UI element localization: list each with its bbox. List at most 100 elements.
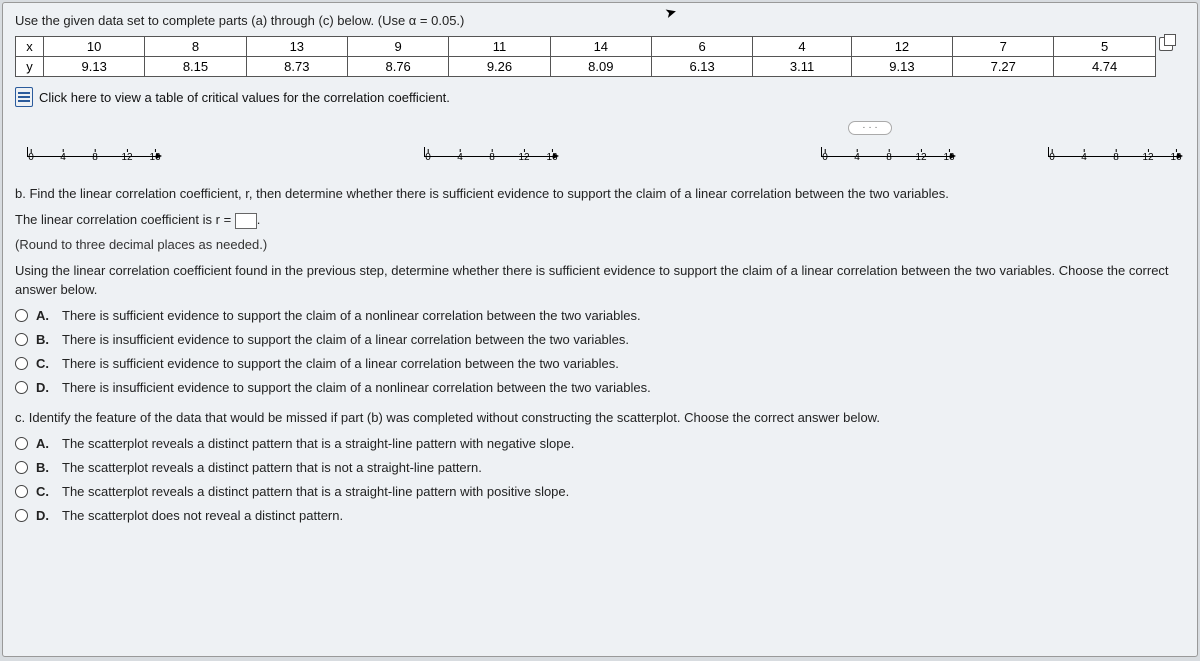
tick-label: 16 bbox=[943, 152, 954, 163]
tick-label: 8 bbox=[92, 152, 98, 163]
copy-icon[interactable] bbox=[1159, 37, 1173, 51]
mini-axis: 0 4 8 12 16 bbox=[27, 141, 164, 167]
choice-c-b[interactable]: B. The scatterplot reveals a distinct pa… bbox=[15, 460, 1185, 475]
tick-label: 12 bbox=[518, 152, 529, 163]
tick-label: 8 bbox=[1113, 152, 1119, 163]
choice-b-c[interactable]: C. There is sufficient evidence to suppo… bbox=[15, 356, 1185, 371]
choice-text: The scatterplot reveals a distinct patte… bbox=[62, 484, 569, 499]
followup-question: Using the linear correlation coefficient… bbox=[15, 262, 1185, 298]
part-c-question: c. Identify the feature of the data that… bbox=[15, 409, 1185, 427]
choice-letter: A. bbox=[36, 436, 54, 451]
radio-icon[interactable] bbox=[15, 461, 28, 474]
cell: 9.13 bbox=[851, 57, 952, 77]
choice-text: There is sufficient evidence to support … bbox=[62, 308, 641, 323]
choice-text: There is sufficient evidence to support … bbox=[62, 356, 619, 371]
cell: 4.74 bbox=[1054, 57, 1155, 77]
cell: 5 bbox=[1054, 37, 1155, 57]
cell: 11 bbox=[449, 37, 550, 57]
tick-label: 0 bbox=[425, 152, 431, 163]
r-prefix: The linear correlation coefficient is r … bbox=[15, 212, 235, 227]
cell: 8.09 bbox=[550, 57, 651, 77]
cell: 3.11 bbox=[753, 57, 851, 77]
choice-letter: B. bbox=[36, 460, 54, 475]
mini-axis: 0 4 8 12 16 bbox=[424, 141, 561, 167]
choice-c-d[interactable]: D. The scatterplot does not reveal a dis… bbox=[15, 508, 1185, 523]
radio-icon[interactable] bbox=[15, 357, 28, 370]
tick-label: 4 bbox=[854, 152, 860, 163]
choices-part-b: A. There is sufficient evidence to suppo… bbox=[15, 308, 1185, 395]
r-input[interactable] bbox=[235, 213, 257, 229]
tick-label: 16 bbox=[1170, 152, 1181, 163]
choice-text: The scatterplot reveals a distinct patte… bbox=[62, 460, 482, 475]
table-row: y 9.13 8.15 8.73 8.76 9.26 8.09 6.13 3.1… bbox=[16, 57, 1174, 77]
row-label-y: y bbox=[16, 57, 44, 77]
tick-label: 12 bbox=[121, 152, 132, 163]
radio-icon[interactable] bbox=[15, 437, 28, 450]
rounding-hint: (Round to three decimal places as needed… bbox=[15, 237, 1185, 252]
cell: 8.73 bbox=[246, 57, 347, 77]
table-row: x 10 8 13 9 11 14 6 4 12 7 5 bbox=[16, 37, 1174, 57]
choice-b-a[interactable]: A. There is sufficient evidence to suppo… bbox=[15, 308, 1185, 323]
tick-label: 4 bbox=[1081, 152, 1087, 163]
radio-icon[interactable] bbox=[15, 333, 28, 346]
choice-letter: C. bbox=[36, 356, 54, 371]
mini-axis: 0 4 8 12 16 bbox=[821, 141, 958, 167]
cell: 9.13 bbox=[44, 57, 145, 77]
tick-label: 12 bbox=[1142, 152, 1153, 163]
choice-c-a[interactable]: A. The scatterplot reveals a distinct pa… bbox=[15, 436, 1185, 451]
tick-label: 0 bbox=[822, 152, 828, 163]
radio-icon[interactable] bbox=[15, 485, 28, 498]
mini-axis: 0 4 8 12 16 bbox=[1048, 141, 1185, 167]
tick-label: 0 bbox=[1049, 152, 1055, 163]
choice-text: There is insufficient evidence to suppor… bbox=[62, 332, 629, 347]
data-table: x 10 8 13 9 11 14 6 4 12 7 5 y 9.13 8.15… bbox=[15, 36, 1173, 77]
cell: 7.27 bbox=[953, 57, 1054, 77]
document-icon bbox=[15, 87, 33, 107]
cell: 9 bbox=[347, 37, 448, 57]
tick-label: 0 bbox=[28, 152, 34, 163]
choice-text: There is insufficient evidence to suppor… bbox=[62, 380, 651, 395]
radio-icon[interactable] bbox=[15, 309, 28, 322]
separator-dots[interactable]: · · · bbox=[848, 121, 892, 135]
cell: 6 bbox=[651, 37, 752, 57]
choice-text: The scatterplot does not reveal a distin… bbox=[62, 508, 343, 523]
r-input-line: The linear correlation coefficient is r … bbox=[15, 211, 1185, 229]
tick-label: 12 bbox=[915, 152, 926, 163]
tick-label: 16 bbox=[546, 152, 557, 163]
radio-icon[interactable] bbox=[15, 509, 28, 522]
cell: 9.26 bbox=[449, 57, 550, 77]
link-label: Click here to view a table of critical v… bbox=[39, 90, 450, 105]
choice-c-c[interactable]: C. The scatterplot reveals a distinct pa… bbox=[15, 484, 1185, 499]
choice-letter: D. bbox=[36, 508, 54, 523]
cell: 10 bbox=[44, 37, 145, 57]
tick-label: 16 bbox=[149, 152, 160, 163]
tick-label: 8 bbox=[886, 152, 892, 163]
question-prompt: Use the given data set to complete parts… bbox=[15, 13, 1185, 28]
choices-part-c: A. The scatterplot reveals a distinct pa… bbox=[15, 436, 1185, 523]
choice-b-b[interactable]: B. There is insufficient evidence to sup… bbox=[15, 332, 1185, 347]
cell: 7 bbox=[953, 37, 1054, 57]
cell: 14 bbox=[550, 37, 651, 57]
tick-label: 4 bbox=[457, 152, 463, 163]
cell: 8 bbox=[145, 37, 246, 57]
critical-values-link[interactable]: Click here to view a table of critical v… bbox=[15, 87, 1185, 107]
choice-letter: C. bbox=[36, 484, 54, 499]
axes-row: 0 4 8 12 16 0 4 8 12 16 0 4 8 12 16 0 4 … bbox=[27, 141, 1185, 167]
choice-b-d[interactable]: D. There is insufficient evidence to sup… bbox=[15, 380, 1185, 395]
cell: 12 bbox=[851, 37, 952, 57]
cell: 13 bbox=[246, 37, 347, 57]
r-suffix: . bbox=[257, 212, 261, 227]
tick-label: 4 bbox=[60, 152, 66, 163]
cell: 8.15 bbox=[145, 57, 246, 77]
choice-letter: B. bbox=[36, 332, 54, 347]
tick-label: 8 bbox=[489, 152, 495, 163]
cell: 4 bbox=[753, 37, 851, 57]
radio-icon[interactable] bbox=[15, 381, 28, 394]
choice-letter: A. bbox=[36, 308, 54, 323]
row-label-x: x bbox=[16, 37, 44, 57]
cell: 8.76 bbox=[347, 57, 448, 77]
cell: 6.13 bbox=[651, 57, 752, 77]
choice-text: The scatterplot reveals a distinct patte… bbox=[62, 436, 574, 451]
choice-letter: D. bbox=[36, 380, 54, 395]
part-b-question: b. Find the linear correlation coefficie… bbox=[15, 185, 1185, 203]
